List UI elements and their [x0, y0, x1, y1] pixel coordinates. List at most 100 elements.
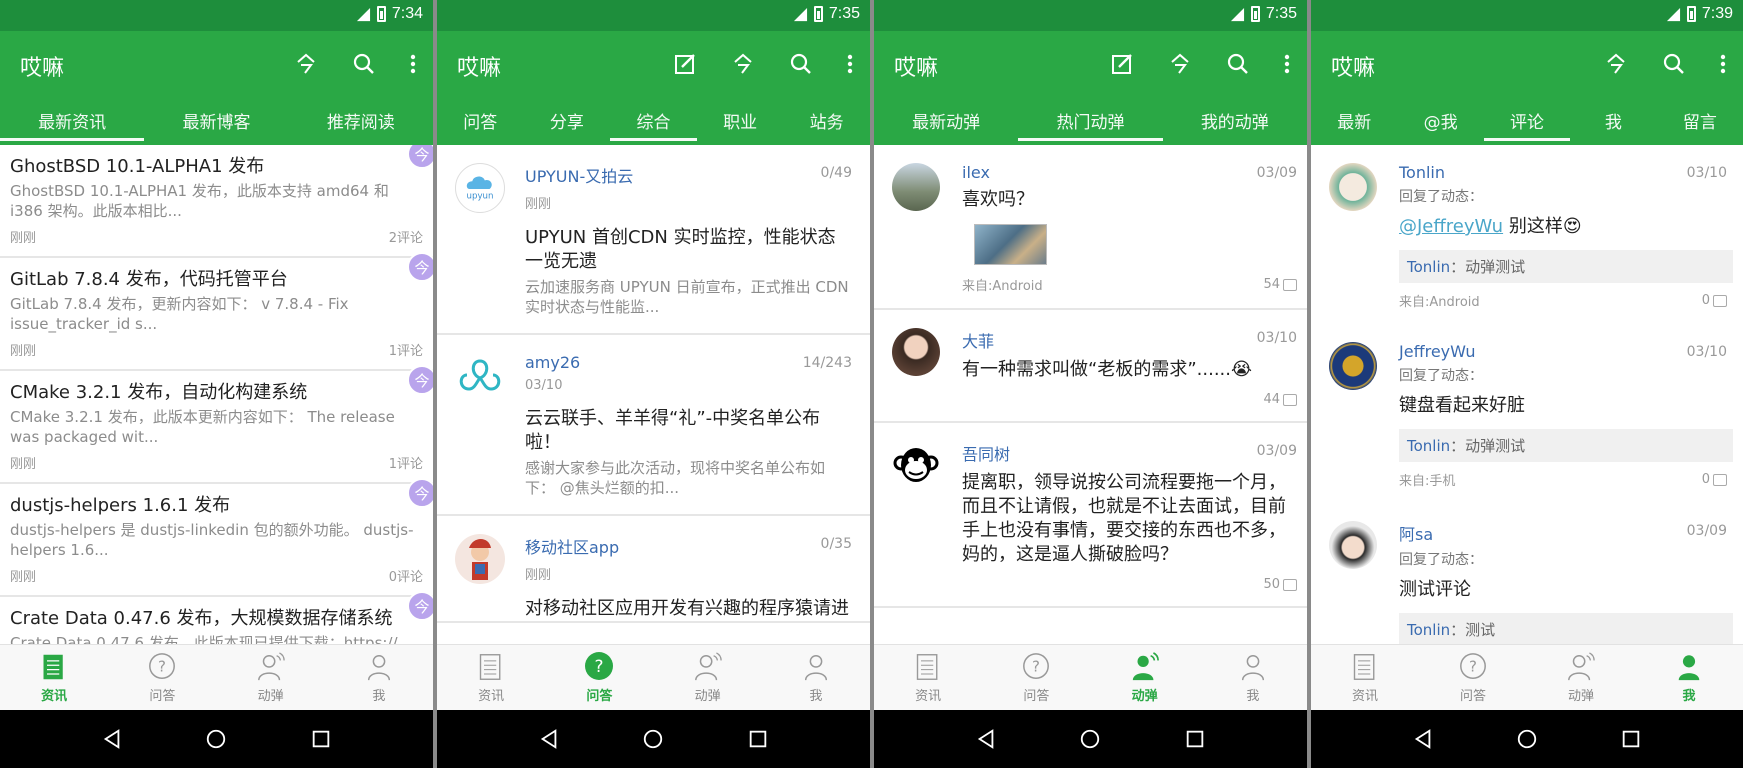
person-icon [800, 651, 832, 683]
nav-news[interactable]: 资讯 [874, 645, 982, 710]
comment-count[interactable]: 0 [1702, 470, 1727, 489]
comment-count[interactable]: 44 [1263, 392, 1297, 407]
nav-news[interactable]: 资讯 [0, 645, 108, 710]
nav-qa[interactable]: ? 问答 [545, 645, 653, 710]
nav-tweets[interactable]: 动弹 [654, 645, 762, 710]
signal-icon [793, 7, 807, 21]
search-icon[interactable] [1645, 47, 1703, 81]
quoted-tweet[interactable]: Tonlin：测试 [1399, 613, 1733, 644]
list-item[interactable]: 阿sa 03/09 回复了动态： 测试评论 Tonlin：测试 [1311, 503, 1743, 644]
author-name[interactable]: JeffreyWu [1399, 342, 1733, 361]
home-icon[interactable] [1079, 728, 1101, 750]
tab-share[interactable]: 分享 [524, 96, 611, 145]
search-icon[interactable] [335, 47, 393, 81]
author-name[interactable]: 大菲 [962, 328, 1297, 352]
list-item[interactable]: 大菲 03/10 有一种需求叫做“老板的需求”......😭 44 [874, 310, 1307, 423]
list-item[interactable]: JeffreyWu 03/10 回复了动态： 键盘看起来好脏 Tonlin：动弹… [1311, 324, 1743, 503]
quoted-tweet[interactable]: Tonlin：动弹测试 [1399, 250, 1733, 283]
news-time: 刚刚 [10, 457, 37, 472]
tab-latest-news[interactable]: 最新资讯 [0, 96, 145, 145]
author-name[interactable]: UPYUN-又拍云 [525, 163, 852, 187]
nav-me[interactable]: 我 [1635, 645, 1743, 710]
tab-comments[interactable]: 评论 [1483, 96, 1571, 145]
tab-latest-blogs[interactable]: 最新博客 [144, 96, 288, 145]
edit-icon[interactable] [656, 47, 714, 81]
recents-icon[interactable] [747, 728, 769, 750]
nav-me[interactable]: 我 [1199, 645, 1307, 710]
search-icon[interactable] [772, 47, 830, 81]
quoted-tweet[interactable]: Tonlin：动弹测试 [1399, 429, 1733, 462]
today-icon[interactable] [1151, 47, 1209, 81]
nav-tweets[interactable]: 动弹 [1527, 645, 1635, 710]
comment-count[interactable]: 54 [1263, 275, 1297, 294]
tab-latest-tweets[interactable]: 最新动弹 [874, 96, 1018, 145]
edit-icon[interactable] [1093, 47, 1151, 81]
more-icon[interactable] [830, 47, 870, 81]
tab-hot-tweets[interactable]: 热门动弹 [1018, 96, 1163, 145]
tab-messages[interactable]: 留言 [1657, 96, 1743, 145]
tab-mentions[interactable]: @我 [1397, 96, 1483, 145]
tab-general[interactable]: 综合 [610, 96, 697, 145]
list-item[interactable]: upyun UPYUN-又拍云 0/49 刚刚 UPYUN 首创CDN 实时监控… [437, 145, 870, 335]
app-title: 哎嘛 [894, 56, 939, 81]
author-name[interactable]: 吾同树 [962, 441, 1297, 465]
news-comments: 2评论 [388, 231, 423, 246]
list-item[interactable]: 今 Crate Data 0.47.6 发布，大规模数据存储系统 Crate D… [0, 591, 433, 644]
recents-icon[interactable] [1620, 728, 1642, 750]
mention-link[interactable]: @JeffreyWu [1399, 216, 1503, 237]
back-icon[interactable] [101, 728, 123, 750]
tab-my-tweets[interactable]: 我的动弹 [1163, 96, 1307, 145]
today-icon[interactable] [714, 47, 772, 81]
nav-qa[interactable]: ? 问答 [108, 645, 216, 710]
recents-icon[interactable] [1184, 728, 1206, 750]
tweet-body: 喜欢吗？ [962, 189, 1034, 210]
tab-latest[interactable]: 最新 [1311, 96, 1397, 145]
author-name[interactable]: 移动社区app [525, 534, 852, 558]
home-icon[interactable] [1516, 728, 1538, 750]
search-icon[interactable] [1209, 47, 1267, 81]
more-icon[interactable] [1267, 47, 1307, 81]
back-icon[interactable] [538, 728, 560, 750]
today-icon[interactable] [1587, 47, 1645, 81]
list-item[interactable]: 今 CMake 3.2.1 发布，自动化构建系统 CMake 3.2.1 发布，… [0, 365, 433, 484]
comment-count[interactable]: 50 [1263, 577, 1297, 592]
tab-me[interactable]: 我 [1570, 96, 1656, 145]
today-icon[interactable] [277, 47, 335, 81]
list-item[interactable]: 移动社区app 0/35 刚刚 对移动社区应用开发有兴趣的程序猿请进 [437, 516, 870, 623]
comment-count[interactable]: 0 [1702, 291, 1727, 310]
list-item[interactable]: 今 dustjs-helpers 1.6.1 发布 dustjs-helpers… [0, 478, 433, 597]
signal-icon [1230, 7, 1244, 21]
tweet-date: 03/10 [1256, 330, 1297, 346]
list-item[interactable]: 今 GitLab 7.8.4 发布，代码托管平台 GitLab 7.8.4 发布… [0, 252, 433, 371]
nav-me[interactable]: 我 [762, 645, 870, 710]
list-item[interactable]: ilex 03/09 喜欢吗？ 来自:Android 54 [874, 145, 1307, 310]
tweet-image[interactable] [974, 224, 1047, 265]
more-icon[interactable] [1703, 47, 1743, 81]
more-icon[interactable] [393, 47, 433, 81]
nav-tweets[interactable]: 动弹 [217, 645, 325, 710]
nav-news[interactable]: 资讯 [1311, 645, 1419, 710]
back-icon[interactable] [975, 728, 997, 750]
back-icon[interactable] [1412, 728, 1434, 750]
tab-site[interactable]: 站务 [783, 96, 870, 145]
list-item[interactable]: 今 GhostBSD 10.1-ALPHA1 发布 GhostBSD 10.1-… [0, 145, 433, 258]
nav-qa[interactable]: ? 问答 [1419, 645, 1527, 710]
home-icon[interactable] [205, 728, 227, 750]
tab-qa[interactable]: 问答 [437, 96, 524, 145]
author-name[interactable]: 阿sa [1399, 521, 1733, 545]
nav-tweets[interactable]: 动弹 [1091, 645, 1199, 710]
nav-news[interactable]: 资讯 [437, 645, 545, 710]
tab-recommended[interactable]: 推荐阅读 [289, 96, 433, 145]
list-item[interactable]: 吾同树 03/09 提离职，领导说按公司流程要拖一个月，而且不让请假，也就是不让… [874, 423, 1307, 608]
list-item[interactable]: amy26 14/243 03/10 云云联手、羊羊得“礼”-中奖名单公布啦！ … [437, 335, 870, 516]
nav-qa[interactable]: ? 问答 [982, 645, 1090, 710]
tab-career[interactable]: 职业 [697, 96, 784, 145]
tweet-date: 03/09 [1256, 165, 1297, 181]
author-name[interactable]: ilex [962, 163, 1297, 182]
home-icon[interactable] [642, 728, 664, 750]
author-name[interactable]: Tonlin [1399, 163, 1733, 182]
recents-icon[interactable] [310, 728, 332, 750]
nav-me[interactable]: 我 [325, 645, 433, 710]
battery-icon [1686, 6, 1696, 22]
list-item[interactable]: Tonlin 03/10 回复了动态： @JeffreyWu 别这样😍 Tonl… [1311, 145, 1743, 324]
